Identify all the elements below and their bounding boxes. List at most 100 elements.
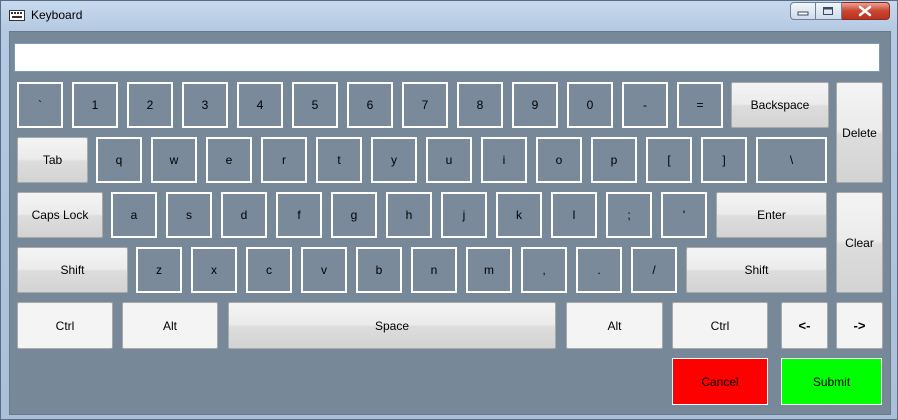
key-label: -	[643, 98, 647, 112]
key-q[interactable]: q	[96, 137, 142, 183]
key-h[interactable]: h	[386, 192, 432, 238]
key-delete[interactable]: Delete	[836, 82, 883, 183]
key-label: Ctrl	[710, 318, 730, 333]
key-7[interactable]: 7	[402, 82, 448, 128]
key-c[interactable]: c	[246, 247, 292, 293]
key-label: 5	[311, 98, 319, 112]
text-display-input[interactable]	[14, 43, 880, 72]
key-label: c	[266, 263, 272, 277]
key-clear[interactable]: Clear	[836, 192, 883, 293]
key-label: h	[405, 208, 413, 222]
key-ctrl-right[interactable]: Ctrl	[672, 302, 768, 349]
key-x[interactable]: x	[191, 247, 237, 293]
key-label: g	[350, 208, 358, 222]
close-icon	[858, 5, 872, 17]
key-w[interactable]: w	[151, 137, 197, 183]
key-label: Cancel	[701, 374, 739, 389]
key-u[interactable]: u	[426, 137, 472, 183]
key-shift-right[interactable]: Shift	[686, 247, 827, 293]
key-label: ;	[627, 208, 631, 222]
key-backslash[interactable]: \	[756, 137, 827, 183]
key-b[interactable]: b	[356, 247, 402, 293]
maximize-button[interactable]	[816, 2, 842, 20]
key-2[interactable]: 2	[127, 82, 173, 128]
cancel-button[interactable]: Cancel	[672, 358, 768, 405]
key-l[interactable]: l	[551, 192, 597, 238]
key-e[interactable]: e	[206, 137, 252, 183]
key-o[interactable]: o	[536, 137, 582, 183]
key-label: `	[38, 98, 42, 112]
key-y[interactable]: y	[371, 137, 417, 183]
key-label: w	[169, 153, 179, 167]
key-label: ->	[853, 318, 866, 333]
key-label: n	[430, 263, 438, 277]
key-label: Backspace	[750, 98, 810, 112]
key-space[interactable]: Space	[228, 302, 556, 349]
key-label: 1	[91, 98, 99, 112]
key-slash[interactable]: /	[631, 247, 677, 293]
submit-button[interactable]: Submit	[781, 358, 882, 405]
key-arrow-right[interactable]: ->	[836, 302, 883, 349]
key-3[interactable]: 3	[182, 82, 228, 128]
key-5[interactable]: 5	[292, 82, 338, 128]
key-0[interactable]: 0	[567, 82, 613, 128]
key-label: ]	[722, 153, 726, 167]
key-left-bracket[interactable]: [	[646, 137, 692, 183]
key-n[interactable]: n	[411, 247, 457, 293]
key-backspace[interactable]: Backspace	[731, 82, 829, 128]
key-m[interactable]: m	[466, 247, 512, 293]
key-label: Clear	[845, 235, 874, 250]
key-label: z	[156, 263, 162, 277]
key-label: Alt	[607, 318, 622, 333]
key-label: t	[337, 153, 341, 167]
key-alt-left[interactable]: Alt	[122, 302, 218, 349]
key-label: Ctrl	[55, 318, 75, 333]
key-g[interactable]: g	[331, 192, 377, 238]
key-shift-left[interactable]: Shift	[17, 247, 128, 293]
key-equals[interactable]: =	[677, 82, 723, 128]
key-label: j	[462, 208, 466, 222]
close-button[interactable]	[842, 2, 890, 20]
key-r[interactable]: r	[261, 137, 307, 183]
key-semicolon[interactable]: ;	[606, 192, 652, 238]
key-s[interactable]: s	[166, 192, 212, 238]
title-bar[interactable]: Keyboard	[1, 1, 897, 31]
key-comma[interactable]: ,	[521, 247, 567, 293]
key-arrow-left[interactable]: <-	[781, 302, 828, 349]
key-minus[interactable]: -	[622, 82, 668, 128]
key-label: 7	[421, 98, 429, 112]
key-i[interactable]: i	[481, 137, 527, 183]
key-period[interactable]: .	[576, 247, 622, 293]
key-a[interactable]: a	[111, 192, 157, 238]
key-j[interactable]: j	[441, 192, 487, 238]
key-caps-lock[interactable]: Caps Lock	[17, 192, 103, 238]
key-label: e	[225, 153, 233, 167]
key-z[interactable]: z	[136, 247, 182, 293]
key-k[interactable]: k	[496, 192, 542, 238]
maximize-icon	[823, 7, 833, 15]
key-1[interactable]: 1	[72, 82, 118, 128]
key-d[interactable]: d	[221, 192, 267, 238]
key-backtick[interactable]: `	[17, 82, 63, 128]
key-6[interactable]: 6	[347, 82, 393, 128]
key-v[interactable]: v	[301, 247, 347, 293]
key-enter[interactable]: Enter	[716, 192, 827, 238]
key-label: Shift	[60, 263, 85, 277]
key-label: <-	[798, 318, 811, 333]
key-label: 4	[256, 98, 264, 112]
key-p[interactable]: p	[591, 137, 637, 183]
key-label: r	[282, 153, 286, 167]
minimize-button[interactable]	[790, 2, 816, 20]
key-8[interactable]: 8	[457, 82, 503, 128]
key-9[interactable]: 9	[512, 82, 558, 128]
key-alt-right[interactable]: Alt	[566, 302, 663, 349]
key-ctrl-left[interactable]: Ctrl	[17, 302, 113, 349]
key-t[interactable]: t	[316, 137, 362, 183]
key-f[interactable]: f	[276, 192, 322, 238]
key-tab[interactable]: Tab	[17, 137, 88, 183]
key-4[interactable]: 4	[237, 82, 283, 128]
minimize-icon	[797, 11, 809, 16]
key-label: m	[484, 263, 494, 277]
key-quote[interactable]: '	[661, 192, 707, 238]
key-right-bracket[interactable]: ]	[701, 137, 747, 183]
